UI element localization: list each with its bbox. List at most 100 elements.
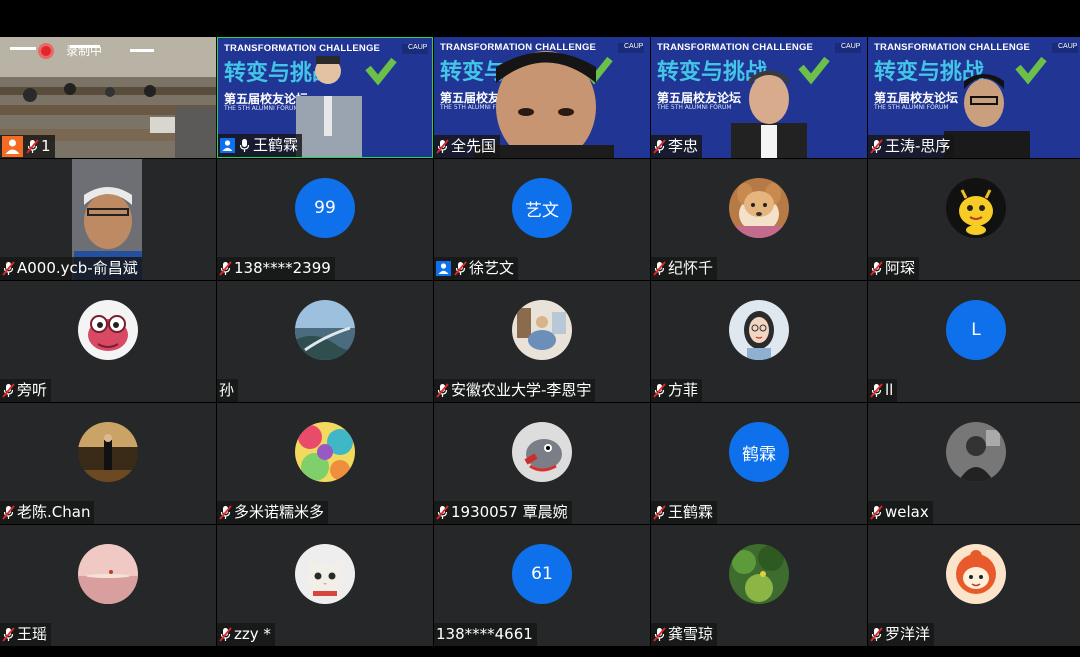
participant-tile[interactable]: Lll — [868, 281, 1080, 402]
participant-name: 罗洋洋 — [885, 625, 931, 643]
avatar: 99 — [295, 178, 355, 238]
participant-tile[interactable]: 方菲 — [651, 281, 867, 402]
participant-name: 全先国 — [451, 137, 497, 155]
participant-name-label: 王涛-思序 — [868, 135, 955, 158]
mic-muted-icon — [436, 383, 449, 398]
participant-tile[interactable]: 阿琛 — [868, 159, 1080, 280]
avatar: 艺文 — [512, 178, 572, 238]
participant-tile[interactable]: A000.ycb-俞昌斌 — [0, 159, 216, 280]
mic-muted-icon — [436, 505, 449, 520]
participant-name: welax — [885, 503, 929, 521]
participant-name-label: 全先国 — [434, 135, 501, 158]
participant-name-label: 李忠 — [651, 135, 703, 158]
participant-name-label: 138****4661 — [434, 623, 537, 646]
avatar: L — [946, 300, 1006, 360]
mic-muted-icon — [653, 261, 666, 276]
participant-name: 老陈.Chan — [17, 503, 91, 521]
participant-tile[interactable]: welax — [868, 403, 1080, 524]
participant-tile[interactable]: 录制中 1 — [0, 37, 216, 158]
mic-muted-icon — [870, 261, 883, 276]
participant-tile[interactable]: 艺文徐艺文 — [434, 159, 650, 280]
avatar — [946, 178, 1006, 238]
mic-muted-icon — [870, 627, 883, 642]
participant-name: 孙 — [219, 381, 235, 399]
participant-name-label: 王鹤霖 — [651, 501, 718, 524]
recording-indicator: 录制中 — [38, 42, 102, 59]
avatar — [946, 422, 1006, 482]
participant-name-label: 旁听 — [0, 379, 52, 402]
participant-tile[interactable]: 99 138****2399 — [217, 159, 433, 280]
record-icon — [38, 42, 54, 59]
participant-name: zzy * — [234, 625, 271, 643]
participant-gallery: 录制中 1 TRANSFORMATION CHALLENGE CAUP 转变与挑战 第五届… — [0, 37, 1080, 649]
participant-name: 王涛-思序 — [885, 137, 951, 155]
mic-muted-icon — [870, 383, 883, 398]
participant-tile[interactable]: zzy * — [217, 525, 433, 646]
mic-muted-icon — [653, 505, 666, 520]
avatar — [512, 422, 572, 482]
mic-muted-icon — [870, 505, 883, 520]
participant-name: 138****2399 — [234, 259, 331, 277]
participant-name: 方菲 — [668, 381, 699, 399]
participant-tile[interactable]: 龚雪琼 — [651, 525, 867, 646]
mic-muted-icon — [870, 139, 883, 154]
mic-icon — [238, 138, 251, 153]
participant-name: 阿琛 — [885, 259, 916, 277]
participant-name-label: 阿琛 — [868, 257, 920, 280]
participant-tile[interactable]: 罗洋洋 — [868, 525, 1080, 646]
avatar — [729, 300, 789, 360]
participant-tile[interactable]: 61 138****4661 — [434, 525, 650, 646]
avatar — [295, 544, 355, 604]
participant-name-label: 老陈.Chan — [0, 501, 95, 524]
participant-name-label: 多米诺糯米多 — [217, 501, 329, 524]
participant-name-label: 孙 — [217, 379, 239, 402]
mic-muted-icon — [653, 627, 666, 642]
participant-tile[interactable]: 鹤霖 王鹤霖 — [651, 403, 867, 524]
participant-name: 138****4661 — [436, 625, 533, 643]
participant-name: 王瑶 — [17, 625, 48, 643]
participant-tile[interactable]: 旁听 — [0, 281, 216, 402]
avatar — [295, 422, 355, 482]
participant-tile[interactable]: 王瑶 — [0, 525, 216, 646]
participant-name: 1930057 覃晨婉 — [451, 503, 568, 521]
mic-muted-icon — [219, 261, 232, 276]
participant-tile[interactable]: 1930057 覃晨婉 — [434, 403, 650, 524]
participant-tile[interactable]: 多米诺糯米多 — [217, 403, 433, 524]
participant-name: A000.ycb-俞昌斌 — [17, 259, 138, 277]
mic-muted-icon — [653, 383, 666, 398]
participant-name-label: ll — [868, 379, 898, 402]
mic-muted-icon — [2, 505, 15, 520]
participant-name: 旁听 — [17, 381, 48, 399]
participant-name-label: A000.ycb-俞昌斌 — [0, 257, 142, 280]
participant-name: 纪怀千 — [668, 259, 714, 277]
participant-tile[interactable]: 孙 — [217, 281, 433, 402]
person-icon — [220, 138, 235, 153]
avatar — [78, 300, 138, 360]
participant-tile[interactable]: 老陈.Chan — [0, 403, 216, 524]
avatar: 61 — [512, 544, 572, 604]
person-icon — [436, 261, 451, 276]
avatar-initials: 艺文 — [525, 200, 559, 221]
participant-tile[interactable]: TRANSFORMATION CHALLENGE CAUP 转变与挑战 第五届校友论坛… — [651, 37, 867, 158]
mic-muted-icon — [219, 505, 232, 520]
participant-tile[interactable]: TRANSFORMATION CHALLENGE CAUP 转变与挑战 第五届校友论坛… — [868, 37, 1080, 158]
participant-name: 1 — [41, 137, 51, 155]
participant-name: 安徽农业大学-李恩宇 — [451, 381, 592, 399]
participant-tile[interactable]: TRANSFORMATION CHALLENGE CAUP 转变与挑战 第五届校友论坛… — [217, 37, 433, 158]
participant-name: 徐艺文 — [469, 259, 515, 277]
participant-name: ll — [885, 381, 894, 399]
participant-name-label: welax — [868, 501, 933, 524]
avatar-initials: L — [971, 320, 981, 340]
avatar-initials: 61 — [531, 564, 553, 584]
participant-tile[interactable]: 安徽农业大学-李恩宇 — [434, 281, 650, 402]
avatar — [78, 422, 138, 482]
participant-tile[interactable]: TRANSFORMATION CHALLENGE CAUP 转变与挑战 第五届校友论坛… — [434, 37, 650, 158]
participant-name-label: 1930057 覃晨婉 — [434, 501, 572, 524]
mic-muted-icon — [436, 139, 449, 154]
avatar-initials: 99 — [314, 198, 336, 218]
person-icon — [2, 136, 23, 157]
mic-muted-icon — [2, 627, 15, 642]
participant-tile[interactable]: 纪怀千 — [651, 159, 867, 280]
avatar — [946, 544, 1006, 604]
avatar — [295, 300, 355, 360]
